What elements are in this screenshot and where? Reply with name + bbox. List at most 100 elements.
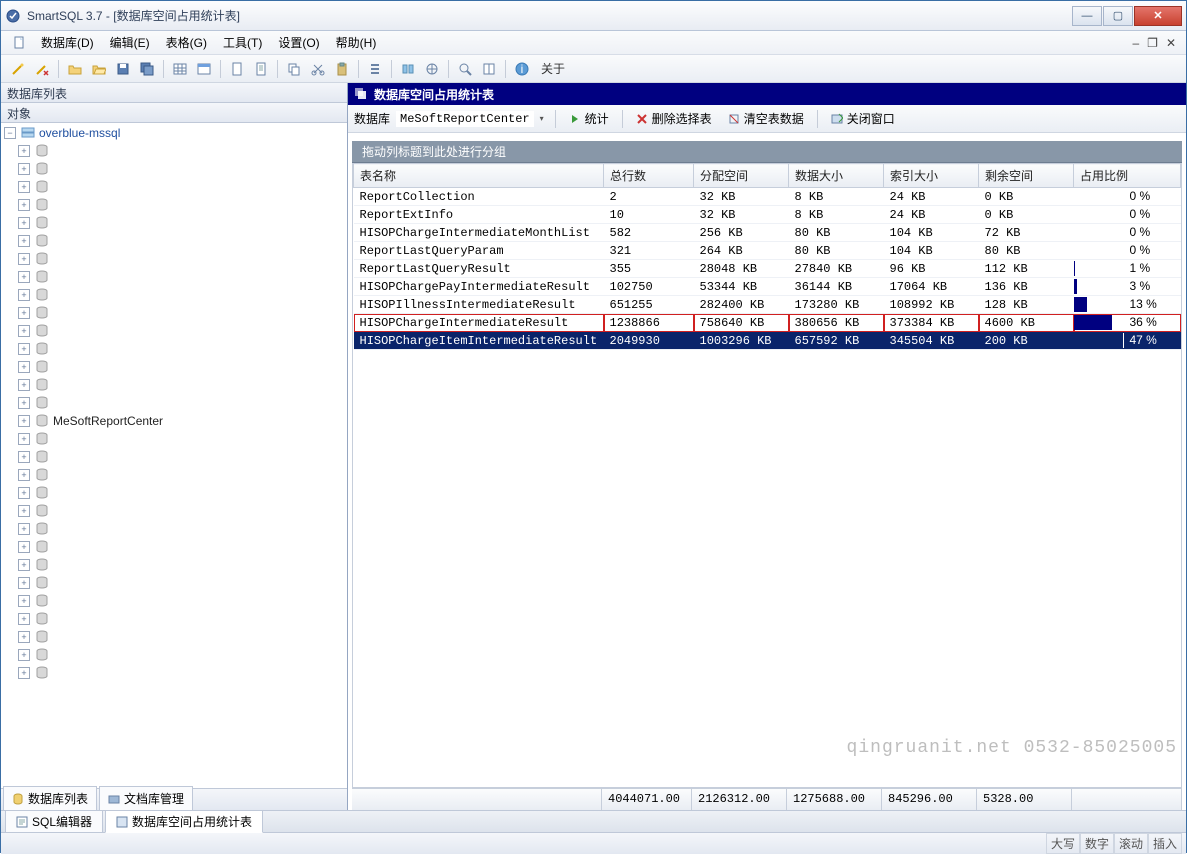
expand-icon[interactable]: + [18, 343, 30, 355]
expand-icon[interactable]: + [18, 379, 30, 391]
menu-database[interactable]: 数据库(D) [35, 32, 100, 53]
copy-icon[interactable] [283, 58, 305, 80]
expand-icon[interactable]: + [18, 199, 30, 211]
tree-node[interactable]: + [4, 484, 344, 502]
expand-icon[interactable]: + [18, 397, 30, 409]
table-row[interactable]: HISOPChargePayIntermediateResult 102750 … [354, 278, 1181, 296]
dbwin-icon[interactable] [193, 58, 215, 80]
tree-node[interactable]: + [4, 196, 344, 214]
expand-icon[interactable]: − [4, 127, 16, 139]
cut-icon[interactable] [307, 58, 329, 80]
table-row[interactable]: HISOPChargeItemIntermediateResult 204993… [354, 332, 1181, 350]
info-icon[interactable]: i [511, 58, 533, 80]
wand-icon[interactable] [7, 58, 29, 80]
tree-node[interactable]: + [4, 538, 344, 556]
mdi-close[interactable]: ✕ [1164, 36, 1178, 50]
doc-icon[interactable] [226, 58, 248, 80]
expand-icon[interactable]: + [18, 361, 30, 373]
tree-node[interactable]: + [4, 214, 344, 232]
tree-node[interactable]: + [4, 232, 344, 250]
tab-stats[interactable]: 数据库空间占用统计表 [105, 810, 263, 833]
folder-open-icon[interactable] [88, 58, 110, 80]
tree-node[interactable]: + [4, 628, 344, 646]
expand-icon[interactable]: + [18, 577, 30, 589]
table-row[interactable]: ReportLastQueryResult 355 28048 KB 27840… [354, 260, 1181, 278]
tree-node[interactable]: + [4, 448, 344, 466]
expand-icon[interactable]: + [18, 145, 30, 157]
tree-scroll[interactable]: − overblue-mssql ++++++++++++++++MeSoftR… [1, 123, 347, 788]
col-alloc[interactable]: 分配空间 [694, 164, 789, 188]
expand-icon[interactable]: + [18, 433, 30, 445]
table-icon[interactable] [169, 58, 191, 80]
save-icon[interactable] [112, 58, 134, 80]
tree-node[interactable]: + [4, 304, 344, 322]
menu-table[interactable]: 表格(G) [160, 32, 213, 53]
folder-icon[interactable] [64, 58, 86, 80]
expand-icon[interactable]: + [18, 505, 30, 517]
expand-icon[interactable]: + [18, 325, 30, 337]
data-grid[interactable]: 表名称 总行数 分配空间 数据大小 索引大小 剩余空间 占用比例 ReportC… [352, 163, 1182, 788]
tree-node[interactable]: + [4, 646, 344, 664]
tree-node[interactable]: + [4, 376, 344, 394]
menu-edit[interactable]: 编辑(E) [104, 32, 156, 53]
doc2-icon[interactable] [250, 58, 272, 80]
tree-node[interactable]: + [4, 430, 344, 448]
expand-icon[interactable]: + [18, 451, 30, 463]
table-row[interactable]: HISOPChargeIntermediateMonthList 582 256… [354, 224, 1181, 242]
clear-button[interactable]: 清空表数据 [722, 108, 810, 129]
table-row[interactable]: ReportLastQueryParam 321 264 KB 80 KB 10… [354, 242, 1181, 260]
menu-settings[interactable]: 设置(O) [272, 32, 325, 53]
db-selector[interactable]: MeSoftReportCenter [396, 111, 534, 127]
table-row[interactable]: ReportCollection 2 32 KB 8 KB 24 KB 0 KB… [354, 188, 1181, 206]
tree-node[interactable]: + [4, 574, 344, 592]
search-icon[interactable] [454, 58, 476, 80]
expand-icon[interactable]: + [18, 559, 30, 571]
expand-icon[interactable]: + [18, 181, 30, 193]
tree-node[interactable]: + [4, 610, 344, 628]
tree-node[interactable]: + [4, 556, 344, 574]
minimize-button[interactable]: — [1072, 6, 1102, 26]
expand-icon[interactable]: + [18, 271, 30, 283]
mdi-restore[interactable]: ❐ [1145, 36, 1160, 50]
wand-cancel-icon[interactable] [31, 58, 53, 80]
tree-node[interactable]: + [4, 142, 344, 160]
tree-node[interactable]: + [4, 178, 344, 196]
expand-icon[interactable]: + [18, 469, 30, 481]
close-button[interactable]: ✕ [1134, 6, 1182, 26]
tab-sql-editor[interactable]: SQL编辑器 [5, 810, 103, 833]
expand-icon[interactable]: + [18, 235, 30, 247]
col-free[interactable]: 剩余空间 [979, 164, 1074, 188]
tree-node[interactable]: + [4, 664, 344, 682]
expand-icon[interactable]: + [18, 631, 30, 643]
col-name[interactable]: 表名称 [354, 164, 604, 188]
table-row[interactable]: ReportExtInfo 10 32 KB 8 KB 24 KB 0 KB 0… [354, 206, 1181, 224]
expand-icon[interactable]: + [18, 289, 30, 301]
tree-node[interactable]: + [4, 466, 344, 484]
col-rows[interactable]: 总行数 [604, 164, 694, 188]
mdi-minimize[interactable]: – [1130, 36, 1141, 50]
menu-help[interactable]: 帮助(H) [330, 32, 383, 53]
tree-node[interactable]: + [4, 268, 344, 286]
expand-icon[interactable]: + [18, 307, 30, 319]
expand-icon[interactable]: + [18, 487, 30, 499]
col-data[interactable]: 数据大小 [789, 164, 884, 188]
tree-node[interactable]: + [4, 502, 344, 520]
expand-icon[interactable]: + [18, 163, 30, 175]
tree-node[interactable]: + [4, 520, 344, 538]
save-all-icon[interactable] [136, 58, 158, 80]
tree-node[interactable]: +MeSoftReportCenter [4, 412, 344, 430]
tree-node[interactable]: + [4, 322, 344, 340]
table-row[interactable]: HISOPIllnessIntermediateResult 651255 28… [354, 296, 1181, 314]
tree-node[interactable]: + [4, 358, 344, 376]
maximize-button[interactable]: ▢ [1103, 6, 1133, 26]
left-tab-doclib[interactable]: 文档库管理 [99, 786, 193, 810]
stat-button[interactable]: 统计 [563, 108, 615, 129]
tree-node[interactable]: + [4, 160, 344, 178]
menu-file-icon[interactable] [9, 32, 31, 54]
expand-icon[interactable]: + [18, 541, 30, 553]
tree-node[interactable]: + [4, 250, 344, 268]
delete-button[interactable]: 删除选择表 [630, 108, 718, 129]
expand-icon[interactable]: + [18, 415, 30, 427]
tree-node[interactable]: + [4, 394, 344, 412]
tool2-icon[interactable] [421, 58, 443, 80]
